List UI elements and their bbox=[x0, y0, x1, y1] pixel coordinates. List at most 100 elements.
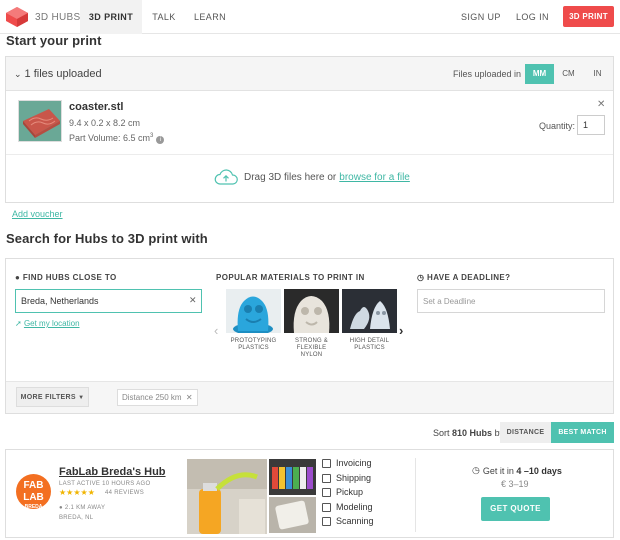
tab-3d-print[interactable]: 3D PRINT bbox=[80, 0, 142, 34]
clock-icon: ◷ bbox=[472, 465, 480, 475]
deadline-label-text: HAVE A DEADLINE? bbox=[427, 273, 511, 282]
material-label-line: FLEXIBLE bbox=[296, 345, 327, 351]
location-input[interactable]: Breda, Netherlands bbox=[15, 289, 202, 313]
unit-mm-button[interactable]: MM bbox=[525, 64, 554, 84]
material-label-line: HIGH DETAIL bbox=[349, 338, 390, 344]
find-hubs-label-text: FIND HUBS CLOSE TO bbox=[22, 273, 117, 282]
more-filters-button[interactable]: MORE FILTERS ▼ bbox=[16, 387, 89, 407]
tab-learn[interactable]: LEARN bbox=[188, 0, 232, 34]
truck-icon bbox=[322, 473, 331, 483]
review-count[interactable]: 44 REVIEWS bbox=[105, 490, 144, 496]
volume-unit-exponent: 3 bbox=[150, 133, 154, 139]
hubs-logo-icon bbox=[6, 7, 28, 27]
distance-filter-label: Distance 250 km bbox=[122, 393, 182, 402]
material-card[interactable]: PROTOTYPING PLASTICS bbox=[226, 289, 281, 352]
quantity-label: Quantity: bbox=[539, 121, 576, 131]
hub-name-link[interactable]: FabLab Breda's Hub bbox=[59, 466, 166, 478]
info-icon[interactable]: i bbox=[156, 136, 165, 144]
service-invoicing: Invoicing bbox=[322, 458, 372, 468]
hub-distance: ● 2.1 KM AWAY bbox=[59, 505, 105, 511]
log-in-link[interactable]: LOG IN bbox=[516, 0, 549, 34]
material-label: HIGH DETAIL PLASTICS bbox=[342, 338, 397, 352]
remove-file-icon[interactable]: ✕ bbox=[597, 99, 605, 110]
hub-photo[interactable] bbox=[187, 459, 267, 534]
sort-prefix: Sort bbox=[433, 428, 450, 438]
material-label: STRONG & FLEXIBLE NYLON bbox=[284, 338, 339, 359]
deadline-input[interactable]: Set a Deadline bbox=[417, 289, 605, 313]
brand-logo[interactable]: 3D HUBS bbox=[6, 7, 80, 27]
monitor-icon bbox=[322, 502, 331, 512]
unit-cm-button[interactable]: CM bbox=[554, 64, 583, 84]
close-icon[interactable]: ✕ bbox=[186, 393, 193, 402]
sort-distance-button[interactable]: DISTANCE bbox=[500, 422, 551, 443]
sort-label: Sort 810 Hubs by bbox=[433, 428, 504, 438]
material-label-line: NYLON bbox=[300, 352, 323, 358]
browse-file-link[interactable]: browse for a file bbox=[339, 172, 410, 183]
material-card[interactable]: HIGH DETAIL PLASTICS bbox=[342, 289, 397, 352]
service-scanning: Scanning bbox=[322, 516, 374, 526]
service-pickup: Pickup bbox=[322, 487, 363, 497]
clear-location-icon[interactable]: ✕ bbox=[189, 295, 197, 306]
3d-print-button[interactable]: 3D PRINT bbox=[563, 6, 614, 27]
service-shipping: Shipping bbox=[322, 473, 371, 483]
service-label: Scanning bbox=[336, 516, 374, 526]
popular-materials-label: POPULAR MATERIALS TO PRINT IN bbox=[216, 273, 365, 282]
get-quote-button[interactable]: GET QUOTE bbox=[481, 497, 550, 521]
more-filters-label: MORE FILTERS bbox=[20, 394, 76, 401]
pickup-icon bbox=[322, 487, 331, 497]
add-voucher-link[interactable]: Add voucher bbox=[12, 209, 63, 219]
files-uploaded-toggle[interactable]: ⌄ 1 files uploaded bbox=[14, 68, 102, 80]
hub-logo-line: FAB bbox=[23, 480, 44, 491]
quantity-input[interactable]: 1 bbox=[577, 115, 605, 135]
delivery-prefix: Get it in bbox=[482, 465, 514, 476]
chevron-right-icon[interactable]: › bbox=[399, 323, 403, 338]
search-hubs-heading: Search for Hubs to 3D print with bbox=[6, 231, 208, 246]
filters-bar bbox=[6, 381, 613, 413]
material-label-line: STRONG & bbox=[295, 338, 328, 344]
material-image bbox=[226, 289, 281, 333]
divider bbox=[415, 458, 416, 532]
upload-panel-header: ⌄ 1 files uploaded Files uploaded in MM C… bbox=[6, 57, 613, 91]
service-modeling: Modeling bbox=[322, 502, 373, 512]
drag-text: Drag 3D files here or bbox=[244, 171, 337, 183]
units-label: Files uploaded in bbox=[453, 69, 522, 79]
material-label: PROTOTYPING PLASTICS bbox=[226, 338, 281, 352]
clock-icon: ◷ bbox=[417, 273, 425, 282]
tab-talk[interactable]: TALK bbox=[146, 0, 182, 34]
get-my-location-link[interactable]: ➚ Get my location bbox=[15, 319, 80, 328]
rating-stars: ★★★★★ bbox=[59, 488, 95, 497]
file-volume: Part Volume: 6.5 cm3i bbox=[69, 133, 165, 144]
unit-in-button[interactable]: IN bbox=[583, 64, 612, 84]
search-panel: ● FIND HUBS CLOSE TO Breda, Netherlands … bbox=[5, 258, 614, 414]
hub-card: FAB LAB BREDA FabLab Breda's Hub LAST AC… bbox=[5, 449, 614, 538]
hub-photo[interactable] bbox=[269, 459, 316, 495]
distance-filter-chip[interactable]: Distance 250 km ✕ bbox=[117, 389, 198, 406]
hub-logo[interactable]: FAB LAB BREDA bbox=[16, 474, 51, 510]
service-label: Pickup bbox=[336, 487, 364, 497]
material-card[interactable]: STRONG & FLEXIBLE NYLON bbox=[284, 289, 339, 359]
drop-zone[interactable]: Drag 3D files here or browse for a file bbox=[214, 169, 410, 185]
map-pin-icon: ● bbox=[15, 273, 21, 282]
material-label-line: PLASTICS bbox=[238, 345, 269, 351]
start-print-heading: Start your print bbox=[6, 33, 102, 48]
hub-photo[interactable] bbox=[269, 497, 316, 533]
sign-up-link[interactable]: SIGN UP bbox=[461, 0, 501, 34]
files-uploaded-label: 1 files uploaded bbox=[24, 68, 102, 80]
location-arrow-icon: ➚ bbox=[15, 319, 22, 328]
delivery-estimate: ◷ Get it in 4 –10 days bbox=[472, 465, 562, 476]
invoice-icon bbox=[322, 458, 331, 468]
sort-best-match-button[interactable]: BEST MATCH bbox=[551, 422, 614, 443]
hub-logo-line: LAB bbox=[23, 492, 44, 503]
file-name: coaster.stl bbox=[69, 101, 124, 113]
material-image bbox=[342, 289, 397, 333]
divider bbox=[6, 154, 613, 155]
map-pin-icon: ● bbox=[59, 505, 63, 511]
service-label: Invoicing bbox=[336, 458, 372, 468]
chevron-down-icon: ⌄ bbox=[14, 69, 22, 79]
deadline-label: ◷ HAVE A DEADLINE? bbox=[417, 273, 510, 282]
top-nav: 3D HUBS 3D PRINT TALK LEARN SIGN UP LOG … bbox=[0, 0, 620, 34]
service-label: Shipping bbox=[336, 473, 372, 483]
hub-count: 810 Hubs bbox=[452, 428, 493, 438]
hub-city: BREDA, NL bbox=[59, 515, 94, 521]
chevron-left-icon[interactable]: ‹ bbox=[214, 323, 218, 338]
